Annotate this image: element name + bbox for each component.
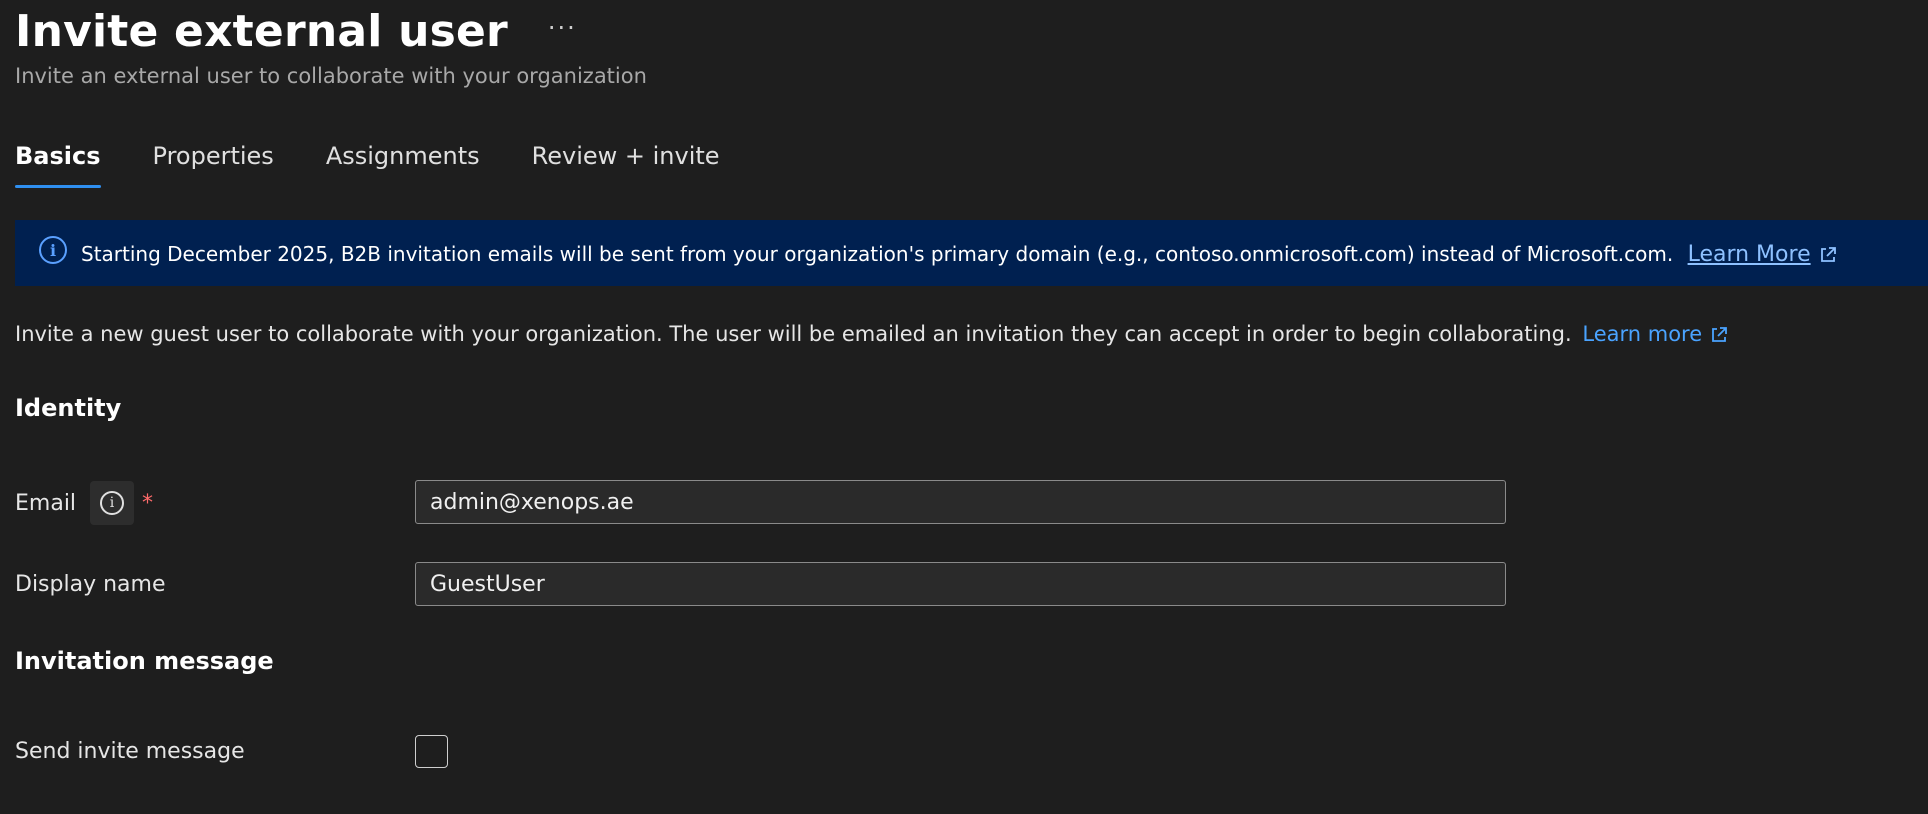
display-name-label: Display name xyxy=(15,572,166,597)
invitation-message-heading: Invitation message xyxy=(15,647,274,675)
tab-bar: Basics Properties Assignments Review + i… xyxy=(15,142,772,188)
info-icon: i xyxy=(39,236,67,264)
more-options-button[interactable]: ··· xyxy=(548,16,577,40)
page-subtitle: Invite an external user to collaborate w… xyxy=(15,64,647,88)
banner-message: Starting December 2025, B2B invitation e… xyxy=(81,242,1837,267)
email-field[interactable] xyxy=(415,480,1506,524)
external-link-icon xyxy=(1820,247,1836,262)
description-text: Invite a new guest user to collaborate w… xyxy=(15,322,1572,346)
send-invite-message-label: Send invite message xyxy=(15,739,245,764)
email-label: Email xyxy=(15,490,77,516)
page-title: Invite external user xyxy=(15,6,508,57)
description: Invite a new guest user to collaborate w… xyxy=(15,322,1728,346)
tab-properties[interactable]: Properties xyxy=(153,142,274,188)
description-learn-more-link[interactable]: Learn more xyxy=(1582,322,1728,346)
banner-text: Starting December 2025, B2B invitation e… xyxy=(81,242,1674,266)
required-marker: * xyxy=(142,490,154,516)
tab-assignments[interactable]: Assignments xyxy=(326,142,480,188)
send-invite-message-checkbox[interactable] xyxy=(415,735,448,768)
banner-learn-more-link[interactable]: Learn More xyxy=(1688,242,1837,267)
display-name-field[interactable] xyxy=(415,562,1506,606)
description-learn-more-label: Learn more xyxy=(1582,322,1703,346)
invite-external-user-page: Invite external user ··· Invite an exter… xyxy=(0,0,1928,814)
banner-learn-more-label: Learn More xyxy=(1687,242,1811,267)
email-label-row: Email i * xyxy=(15,481,153,525)
tab-review-invite[interactable]: Review + invite xyxy=(532,142,720,188)
info-banner: i Starting December 2025, B2B invitation… xyxy=(15,220,1928,286)
title-row: Invite external user ··· xyxy=(15,4,577,60)
identity-heading: Identity xyxy=(15,394,122,422)
tab-basics[interactable]: Basics xyxy=(15,142,101,188)
external-link-icon xyxy=(1712,327,1728,342)
email-info-button[interactable]: i xyxy=(90,481,135,525)
info-icon: i xyxy=(100,491,125,515)
